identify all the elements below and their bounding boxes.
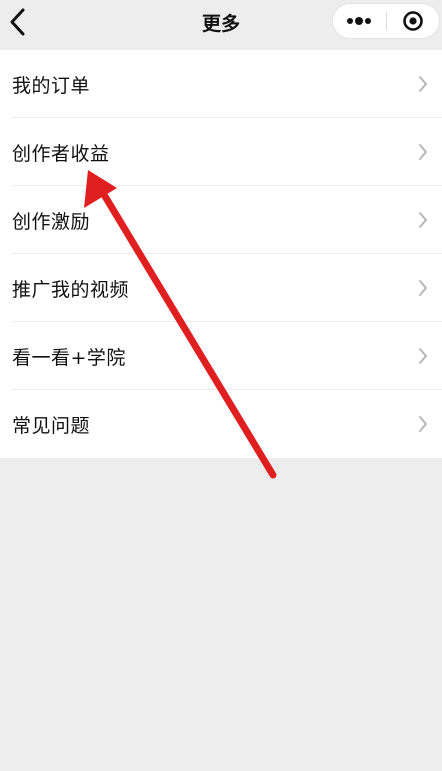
chevron-right-icon	[419, 348, 427, 364]
close-button[interactable]	[386, 4, 439, 38]
navigation-bar: 更多	[0, 0, 442, 48]
chevron-right-icon	[419, 212, 427, 228]
menu-item-label: 创作激励	[12, 210, 91, 233]
menu-item-label: 常见问题	[12, 414, 91, 437]
chevron-right-icon	[419, 76, 427, 92]
menu-item-label: 我的订单	[12, 74, 91, 97]
menu-item-promote-videos[interactable]: 推广我的视频	[0, 254, 442, 322]
menu-item-creator-incentive[interactable]: 创作激励	[0, 186, 442, 254]
mini-program-capsule	[332, 3, 440, 39]
screen: 更多 我的订单 创作者收益 创作激励 推广我的视频 看一看+学院 常见问题	[0, 0, 442, 771]
chevron-right-icon	[419, 280, 427, 296]
menu-item-academy[interactable]: 看一看+学院	[0, 322, 442, 390]
menu-item-creator-earnings[interactable]: 创作者收益	[0, 118, 442, 186]
menu-item-faq[interactable]: 常见问题	[0, 390, 442, 458]
chevron-right-icon	[419, 144, 427, 160]
menu-item-label: 看一看+学院	[12, 346, 126, 369]
more-button[interactable]	[333, 4, 386, 38]
chevron-right-icon	[419, 416, 427, 432]
menu-item-my-orders[interactable]: 我的订单	[0, 50, 442, 118]
menu-item-label: 创作者收益	[12, 142, 110, 165]
menu-list: 我的订单 创作者收益 创作激励 推广我的视频 看一看+学院 常见问题	[0, 50, 442, 458]
menu-item-label: 推广我的视频	[12, 278, 130, 301]
target-close-icon	[402, 11, 423, 31]
more-dots-icon	[347, 17, 372, 25]
